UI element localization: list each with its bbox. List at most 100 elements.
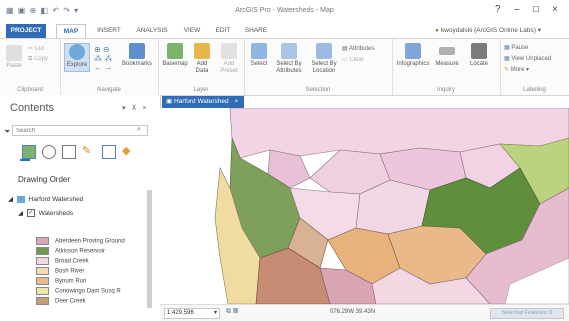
basemap-button[interactable]: Basemap [162,43,188,68]
list-by-selection-icon[interactable] [62,145,76,159]
add-preset-button[interactable]: Add Preset [216,43,242,75]
pane-options[interactable]: ▾ ⊼ × [122,104,149,112]
add-data-icon [194,43,210,59]
tab-share[interactable]: SHARE [240,24,272,38]
legend-item: Aberdeen Proving Ground [36,237,125,245]
list-by-labeling-icon[interactable]: ◆ [122,145,134,157]
explore-button[interactable]: Explore [64,43,90,72]
map-node[interactable]: ◢ Harford Watershed [8,195,83,203]
tab-map[interactable]: MAP [56,24,86,39]
paste-button[interactable]: Paste [4,45,24,70]
list-by-editing-icon[interactable]: ✎ [82,145,94,157]
contents-pane: Contents ▾ ⊼ × ⏷ ⌕ ✎ ◆ Drawing Order ◢ H… [0,95,161,320]
map-tab-icon: ▣ [166,98,173,105]
layer-group: Basemap Add Data Add Preset Layer [158,39,245,95]
tab-insert[interactable]: INSERT [92,24,126,38]
maximize-button[interactable]: □ [533,4,539,15]
legend-item: Conowingo Dam Susq R [36,287,121,295]
scale-dropdown[interactable]: 1:429,596 ▾ [164,308,220,319]
tab-project[interactable]: PROJECT [6,24,46,38]
legend-swatch [36,297,49,305]
window-title: ArcGIS Pro - Watersheds - Map [235,7,334,14]
bookmarks-button[interactable]: Bookmarks [122,43,152,68]
search-icon: ⌕ [137,126,141,133]
tab-analysis[interactable]: ANALYSIS [130,24,174,38]
expand-arrow-icon[interactable]: ◢ [18,210,23,217]
legend-swatch [36,237,49,245]
contents-search-input[interactable] [12,125,148,136]
select-by-location-icon [316,43,332,59]
drawing-order-label: Drawing Order [18,175,71,184]
select-by-location-button[interactable]: Select By Location [308,43,340,75]
list-by-data-source-icon[interactable] [42,145,56,159]
add-preset-icon [221,43,237,59]
labeling-group: ▦ Pause ▦ View Unplaced ✎ More ▾ Labelin… [500,39,569,95]
attributes-button[interactable]: ▤ Attributes [342,45,374,52]
ruler-icon [439,47,455,55]
close-button[interactable]: × [552,4,558,15]
layer-visibility-checkbox[interactable]: ✓ [26,209,35,218]
inquiry-group-label: Inquiry [436,87,455,93]
cut-button[interactable]: ✂ Cut [28,45,44,52]
selection-group: Select Select By Attributes Select By Lo… [244,39,393,95]
locate-button[interactable]: Locate [464,43,494,68]
tab-harford-watershed[interactable]: ▣ Harford Watershed × [162,96,244,108]
inquiry-group: Infographics Measure Locate Inquiry [392,39,501,95]
close-tab-icon[interactable]: × [234,98,238,105]
coordinates-readout: 076.29W 39.43N [330,309,376,315]
list-by-drawing-order-icon[interactable] [22,145,36,159]
contents-title: Contents [10,102,55,114]
ribbon: Paste ✂ Cut ⧉ Copy Clipboard Explore ⊕ ⊖… [0,38,569,96]
measure-button[interactable]: Measure [432,43,462,68]
labeling-group-label: Labeling [523,87,546,93]
map-icon [16,195,25,203]
active-view-underline [20,159,30,161]
legend-swatch [36,247,49,255]
help-button[interactable]: ? [495,4,501,15]
select-by-attributes-button[interactable]: Select By Attributes [272,43,306,75]
legend-item: Atkisson Reservoir [36,247,105,255]
tab-edit[interactable]: EDIT [210,24,236,38]
legend-item: Broad Creek [36,257,89,265]
map-view[interactable] [160,108,569,304]
layer-node[interactable]: ◢ ✓ Watersheds [18,209,73,218]
infographics-button[interactable]: Infographics [396,43,430,68]
paste-icon [6,45,22,61]
legend-item: Bynum Run [36,277,86,285]
pause-button[interactable]: ▦ Pause [504,44,528,51]
map-status-bar: 1:429,596 ▾ ⧉ ▦ 076.29W 39.43N Selected F… [160,304,569,321]
signed-in-user[interactable]: ● kwoydalski (ArcGIS Online Labs) ▾ [435,26,541,34]
basemap-icon [167,43,183,59]
watershed-map[interactable] [160,108,569,304]
select-icon [251,43,267,59]
copy-button[interactable]: ⧉ Copy [28,56,48,63]
layer-group-label: Layer [193,87,209,93]
add-data-button[interactable]: Add Data [190,43,214,75]
selection-group-label: Selection [305,87,331,93]
select-button[interactable]: Select [248,43,270,68]
list-by-snapping-icon[interactable] [102,145,116,159]
infographics-icon [405,43,421,59]
legend-swatch [36,257,49,265]
clear-button[interactable]: ▭ Clear [342,56,364,63]
selected-features-button[interactable]: Selected Features: 0 [490,308,564,319]
navigate-group: Explore ⊕ ⊖ ⁂ ⁂ ← → Bookmarks Navigate [60,39,159,95]
nav-tools-icon[interactable]: ⧉ ▦ [226,308,238,316]
user-icon: ● [435,27,440,34]
explore-icon [69,44,85,60]
title-bar: ▦ ▣ ⊕ ◧ ↶ ↷ ▾ ArcGIS Pro - Watersheds - … [0,0,569,22]
legend-swatch [36,287,49,295]
legend-item: Bush River [36,267,84,275]
view-unplaced-button[interactable]: ▦ View Unplaced [504,55,551,62]
legend-swatch [36,267,49,275]
contents-scrollbar[interactable] [147,190,152,308]
filter-icon[interactable]: ⏷ [4,127,10,137]
select-by-attributes-icon [281,43,297,59]
legend-swatch [36,277,49,285]
expand-arrow-icon[interactable]: ◢ [8,196,13,203]
zoom-tools[interactable]: ⊕ ⊖ ⁂ ⁂ ← → [94,45,112,72]
minimize-button[interactable]: – [514,4,520,15]
tab-view[interactable]: VIEW [178,24,206,38]
navigate-group-label: Navigate [97,87,121,93]
more-button[interactable]: ✎ More ▾ [504,66,529,73]
